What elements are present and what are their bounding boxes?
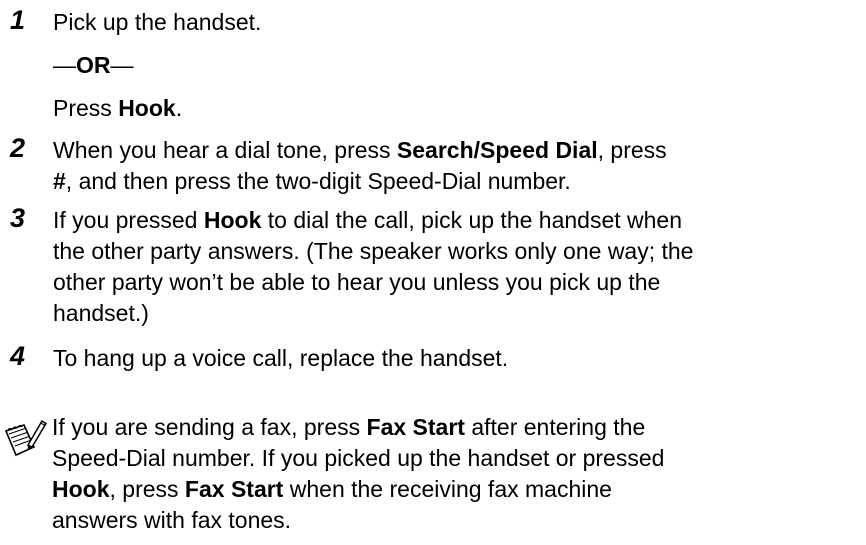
text-run-bold: Hook (203, 207, 262, 233)
step-3-line-2: the other party answers. (The speaker wo… (53, 236, 693, 266)
step-4-line-1: To hang up a voice call, replace the han… (53, 343, 508, 373)
text-run: , press (109, 476, 185, 502)
note-line-2: Speed-Dial number. If you picked up the … (52, 443, 664, 473)
text-run: — (53, 52, 76, 78)
text-run: , press (597, 137, 667, 163)
step-number-3: 3 (10, 203, 26, 233)
text-run: , and then press the two-digit Speed-Dia… (65, 168, 571, 194)
text-run-bold: Hook (118, 95, 176, 121)
step-1-line-1: Pick up the handset. (53, 7, 261, 37)
step-number-1: 1 (10, 5, 26, 35)
text-run: the other party answers. (The speaker wo… (53, 238, 694, 264)
text-run: handset.) (53, 300, 149, 326)
text-run-bold: OR (76, 52, 111, 78)
step-3-line-3: other party won’t be able to hear you un… (53, 267, 660, 297)
text-run: To hang up a voice call, replace the han… (53, 345, 509, 371)
text-run: to dial the call, pick up the handset wh… (261, 207, 683, 233)
step-1-line-2: —OR— (53, 50, 134, 80)
note-line-1: If you are sending a fax, press Fax Star… (52, 412, 645, 442)
note-pencil-icon (2, 415, 48, 461)
text-run: other party won’t be able to hear you un… (53, 269, 661, 295)
step-1-line-3: Press Hook. (53, 93, 182, 123)
step-number-2: 2 (10, 133, 26, 163)
step-2-line-2: #, and then press the two-digit Speed-Di… (53, 166, 571, 196)
text-run: after entering the (464, 414, 646, 440)
step-2-line-1: When you hear a dial tone, press Search/… (53, 135, 667, 165)
note-line-4: answers with fax tones. (52, 505, 291, 535)
text-run-bold: Fax Start (184, 476, 284, 502)
step-number-4: 4 (10, 341, 26, 371)
text-run: Press (53, 95, 119, 121)
step-3-line-1: If you pressed Hook to dial the call, pi… (53, 205, 682, 235)
text-run-bold: Hook (52, 476, 110, 502)
text-run-bold: # (53, 168, 66, 194)
step-3-line-4: handset.) (53, 298, 149, 328)
text-run: If you are sending a fax, press (52, 414, 367, 440)
text-run: — (110, 52, 134, 78)
text-run: Pick up the handset. (53, 9, 262, 35)
manual-page: 1 Pick up the handset. —OR— Press Hook. … (0, 0, 866, 545)
text-run: If you pressed (53, 207, 204, 233)
text-run: When you hear a dial tone, press (53, 137, 397, 163)
note-line-3: Hook, press Fax Start when the receiving… (52, 474, 612, 504)
text-run: . (175, 95, 183, 121)
text-run-bold: Search/Speed Dial (396, 137, 598, 163)
text-run: Speed-Dial number. If you picked up the … (52, 445, 665, 471)
text-run: when the receiving fax machine (283, 476, 612, 502)
text-run: answers with fax tones. (52, 507, 292, 533)
text-run-bold: Fax Start (366, 414, 465, 440)
